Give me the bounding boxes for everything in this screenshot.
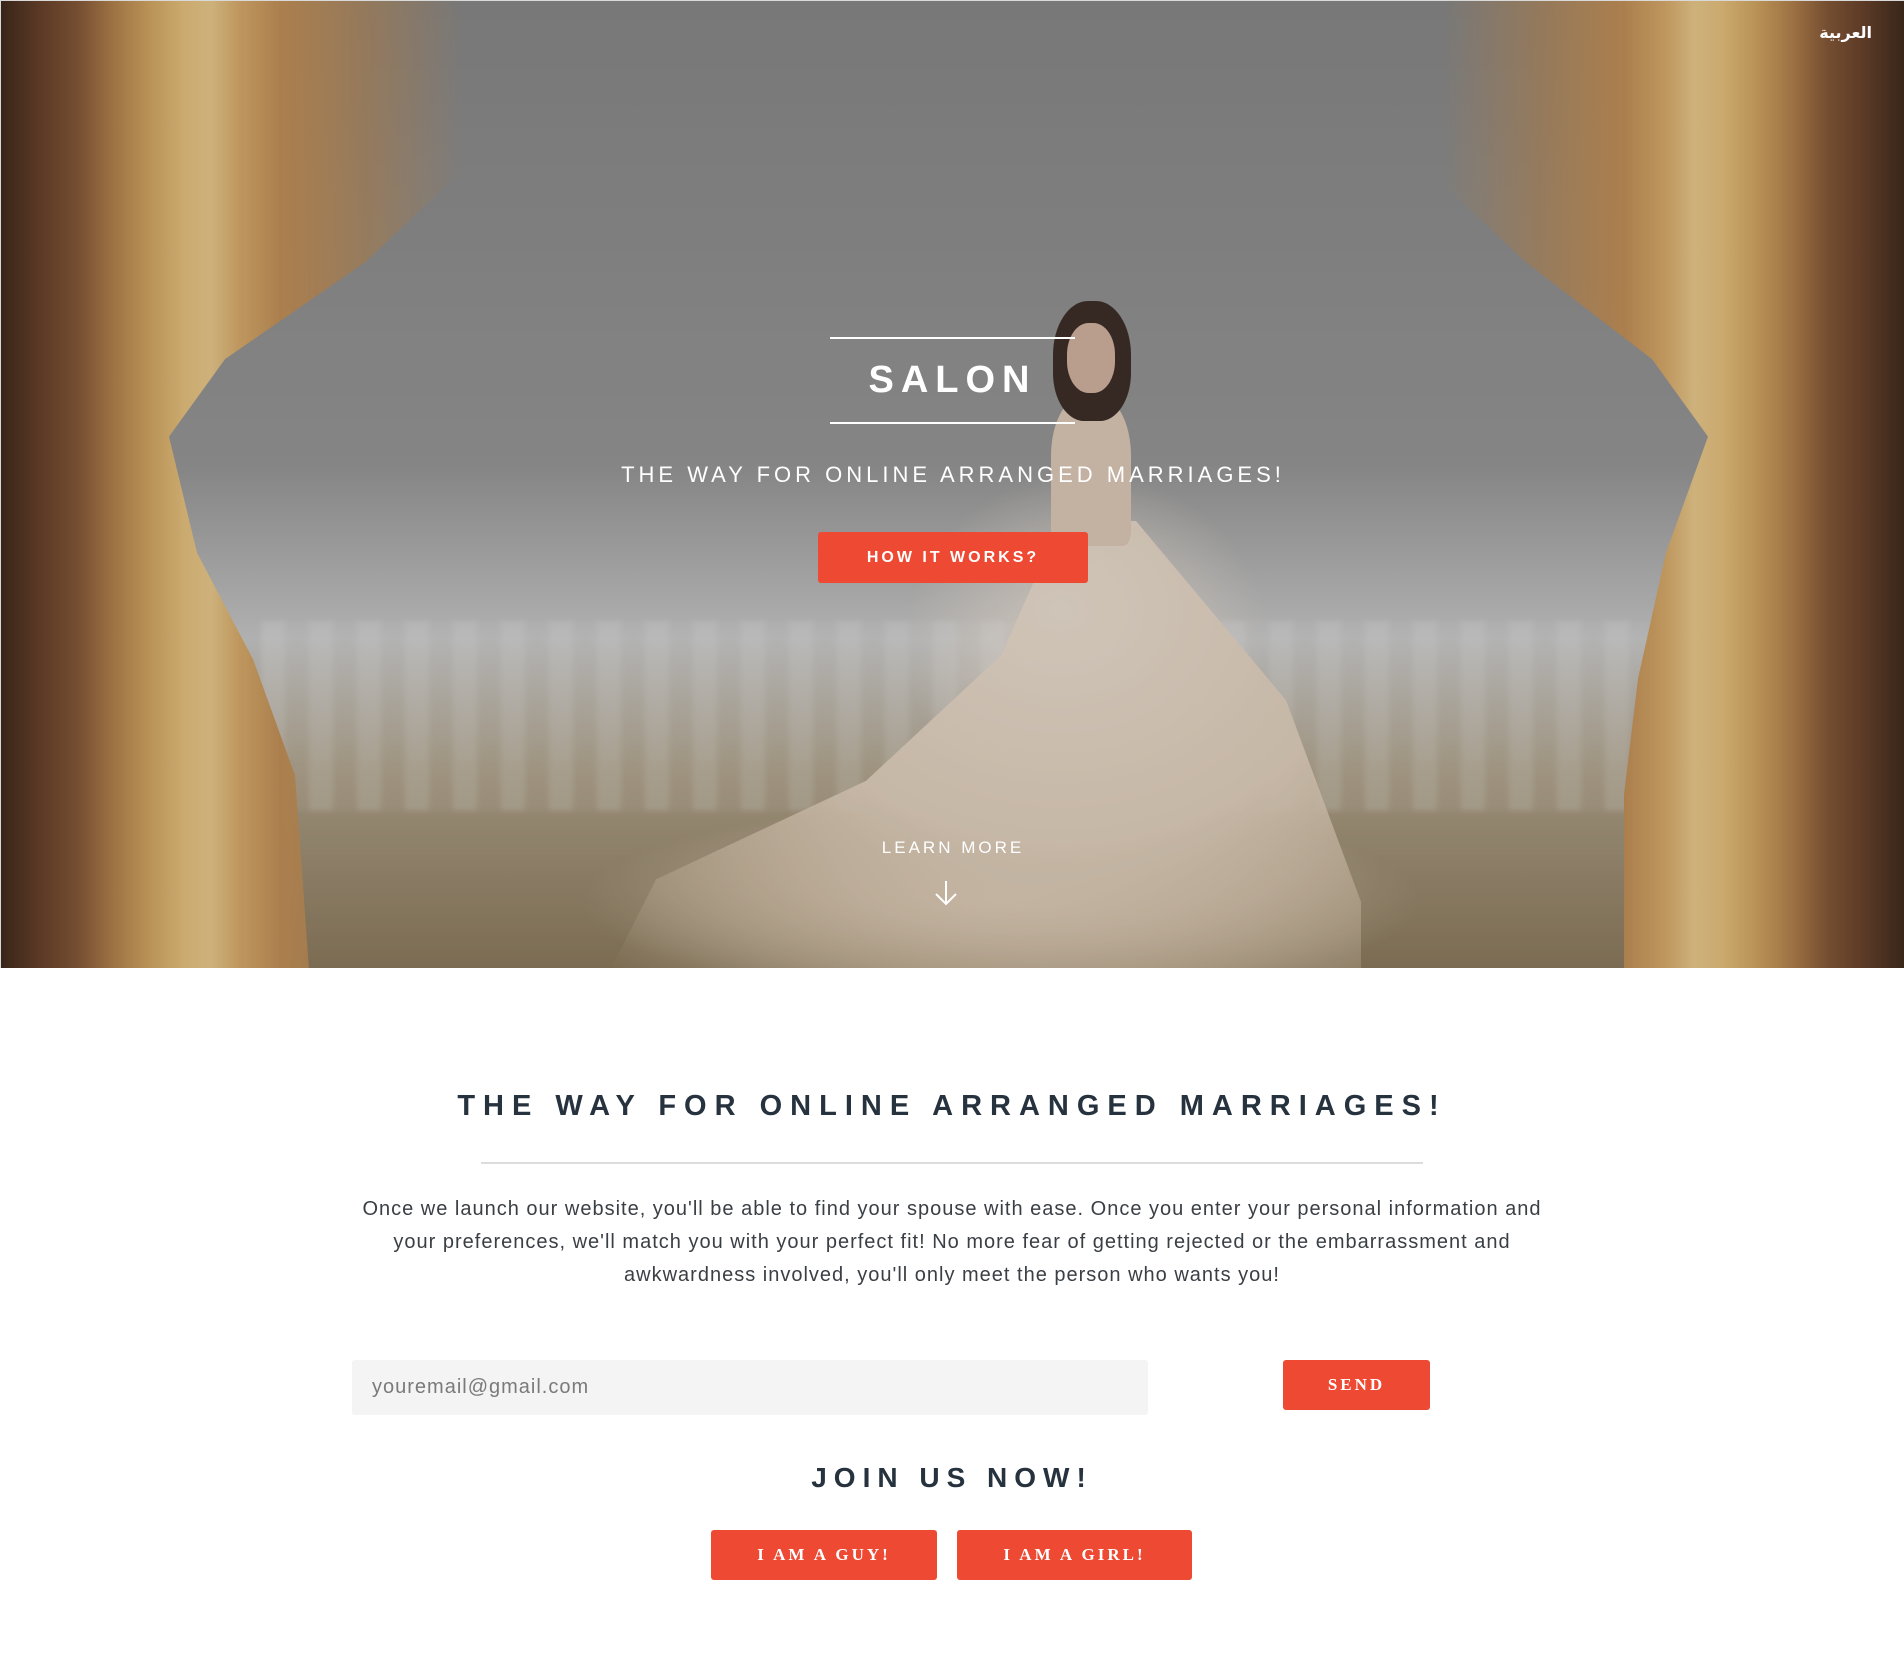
email-input[interactable]	[352, 1360, 1148, 1415]
send-button[interactable]: SEND	[1283, 1360, 1430, 1410]
section-divider	[481, 1162, 1423, 1164]
hero-tagline: THE WAY FOR ONLINE ARRANGED MARRIAGES!	[621, 462, 1285, 487]
section-description: Once we launch our website, you'll be ab…	[362, 1198, 1542, 1286]
hero-section: العربية SALON THE WAY FOR ONLINE ARRANGE…	[0, 0, 1904, 968]
learn-more-link[interactable]: LEARN MORE	[1, 838, 1904, 858]
section-title: THE WAY FOR ONLINE ARRANGED MARRIAGES!	[457, 1090, 1447, 1122]
join-title: JOIN US NOW!	[811, 1462, 1093, 1493]
brand-name: SALON	[868, 359, 1037, 401]
language-switch-link[interactable]: العربية	[1819, 23, 1872, 42]
i-am-a-guy-button[interactable]: I AM A GUY!	[711, 1530, 937, 1580]
i-am-a-girl-button[interactable]: I AM A GIRL!	[957, 1530, 1192, 1580]
arrow-down-icon[interactable]	[932, 879, 960, 907]
brand-logo: SALON	[830, 337, 1075, 424]
how-it-works-button[interactable]: HOW IT WORKS?	[818, 532, 1088, 583]
